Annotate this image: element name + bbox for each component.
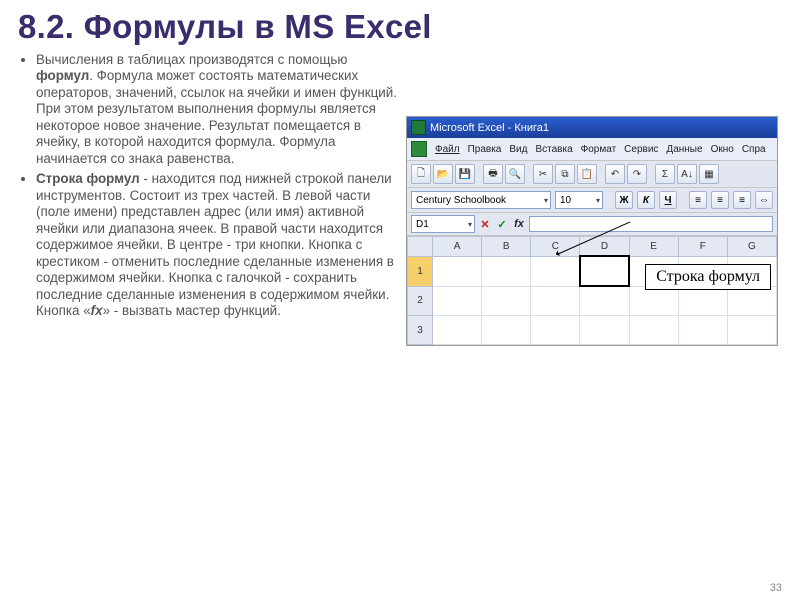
page-number: 33 [770, 582, 782, 594]
select-all-corner[interactable] [408, 237, 433, 257]
font-combo[interactable]: Century Schoolbook [411, 191, 551, 209]
slide-title: 8.2. Формулы в MS Excel [18, 8, 782, 46]
name-box[interactable]: D1 [411, 215, 475, 233]
copy-icon[interactable]: ⧉ [555, 164, 575, 184]
italic-button[interactable]: К [637, 191, 655, 209]
bold-button[interactable]: Ж [615, 191, 633, 209]
standard-toolbar: 🗋 📂 💾 🖶 🔍 ✂ ⧉ 📋 ↶ ↷ Σ A↓ ▦ [407, 161, 777, 188]
fx-icon[interactable]: fx [512, 217, 526, 231]
cell[interactable] [727, 286, 776, 316]
cell[interactable] [482, 256, 531, 286]
undo-icon[interactable]: ↶ [605, 164, 625, 184]
cell[interactable] [678, 316, 727, 345]
cell[interactable] [629, 286, 678, 316]
excel-icon [411, 120, 426, 135]
sum-icon[interactable]: Σ [655, 164, 675, 184]
excel-screenshot: Microsoft Excel - Книга1 Файл Правка Вид… [406, 116, 778, 346]
menu-format[interactable]: Формат [581, 144, 617, 155]
size-combo[interactable]: 10 [555, 191, 603, 209]
col-header[interactable]: B [482, 237, 531, 257]
save-icon[interactable]: 💾 [455, 164, 475, 184]
print-icon[interactable]: 🖶 [483, 164, 503, 184]
callout-label: Строка формул [645, 264, 771, 290]
menu-tools[interactable]: Сервис [624, 144, 658, 155]
col-header[interactable]: F [678, 237, 727, 257]
align-right-icon[interactable]: ≡ [733, 191, 751, 209]
cell[interactable] [482, 316, 531, 345]
cell[interactable] [433, 256, 482, 286]
menu-file[interactable]: Файл [435, 144, 460, 155]
col-header[interactable]: E [629, 237, 678, 257]
preview-icon[interactable]: 🔍 [505, 164, 525, 184]
formula-input[interactable] [529, 216, 773, 232]
menu-view[interactable]: Вид [509, 144, 527, 155]
underline-button[interactable]: Ч [659, 191, 677, 209]
window-title: Microsoft Excel - Книга1 [430, 122, 549, 134]
open-icon[interactable]: 📂 [433, 164, 453, 184]
menu-edit[interactable]: Правка [468, 144, 502, 155]
col-header[interactable]: G [727, 237, 776, 257]
app-icon [411, 141, 427, 157]
row-header[interactable]: 1 [408, 256, 433, 286]
cut-icon[interactable]: ✂ [533, 164, 553, 184]
col-header[interactable]: A [433, 237, 482, 257]
align-center-icon[interactable]: ≡ [711, 191, 729, 209]
cell[interactable] [531, 256, 580, 286]
cell[interactable] [482, 286, 531, 316]
body-text: Вычисления в таблицах производятся с пом… [18, 52, 400, 346]
titlebar: Microsoft Excel - Книга1 [407, 117, 777, 138]
formula-bar: D1 ✕ ✓ fx [407, 213, 777, 236]
align-left-icon[interactable]: ≡ [689, 191, 707, 209]
paste-icon[interactable]: 📋 [577, 164, 597, 184]
active-cell[interactable] [580, 256, 629, 286]
cell[interactable] [531, 286, 580, 316]
menu-help[interactable]: Спра [742, 144, 766, 155]
bullet-1: Вычисления в таблицах производятся с пом… [36, 52, 400, 167]
cell[interactable] [433, 316, 482, 345]
menu-insert[interactable]: Вставка [535, 144, 572, 155]
merge-icon[interactable]: ⇔ [755, 191, 773, 209]
new-icon[interactable]: 🗋 [411, 164, 431, 184]
sort-icon[interactable]: A↓ [677, 164, 697, 184]
formatting-toolbar: Century Schoolbook 10 Ж К Ч ≡ ≡ ≡ ⇔ [407, 188, 777, 213]
chart-icon[interactable]: ▦ [699, 164, 719, 184]
cell[interactable] [433, 286, 482, 316]
menu-window[interactable]: Окно [711, 144, 734, 155]
redo-icon[interactable]: ↷ [627, 164, 647, 184]
bullet-2: Строка формул - находится под нижней стр… [36, 171, 400, 319]
menu-data[interactable]: Данные [666, 144, 702, 155]
cell[interactable] [629, 316, 678, 345]
menu-bar: Файл Правка Вид Вставка Формат Сервис Да… [407, 138, 777, 161]
cell[interactable] [580, 316, 629, 345]
worksheet-grid[interactable]: A B C D E F G 1 [407, 236, 777, 345]
row-header[interactable]: 3 [408, 316, 433, 345]
cell[interactable] [678, 286, 727, 316]
cell[interactable] [727, 316, 776, 345]
enter-icon[interactable]: ✓ [495, 217, 509, 231]
cancel-icon[interactable]: ✕ [478, 217, 492, 231]
cell[interactable] [580, 286, 629, 316]
cell[interactable] [531, 316, 580, 345]
row-header[interactable]: 2 [408, 286, 433, 316]
